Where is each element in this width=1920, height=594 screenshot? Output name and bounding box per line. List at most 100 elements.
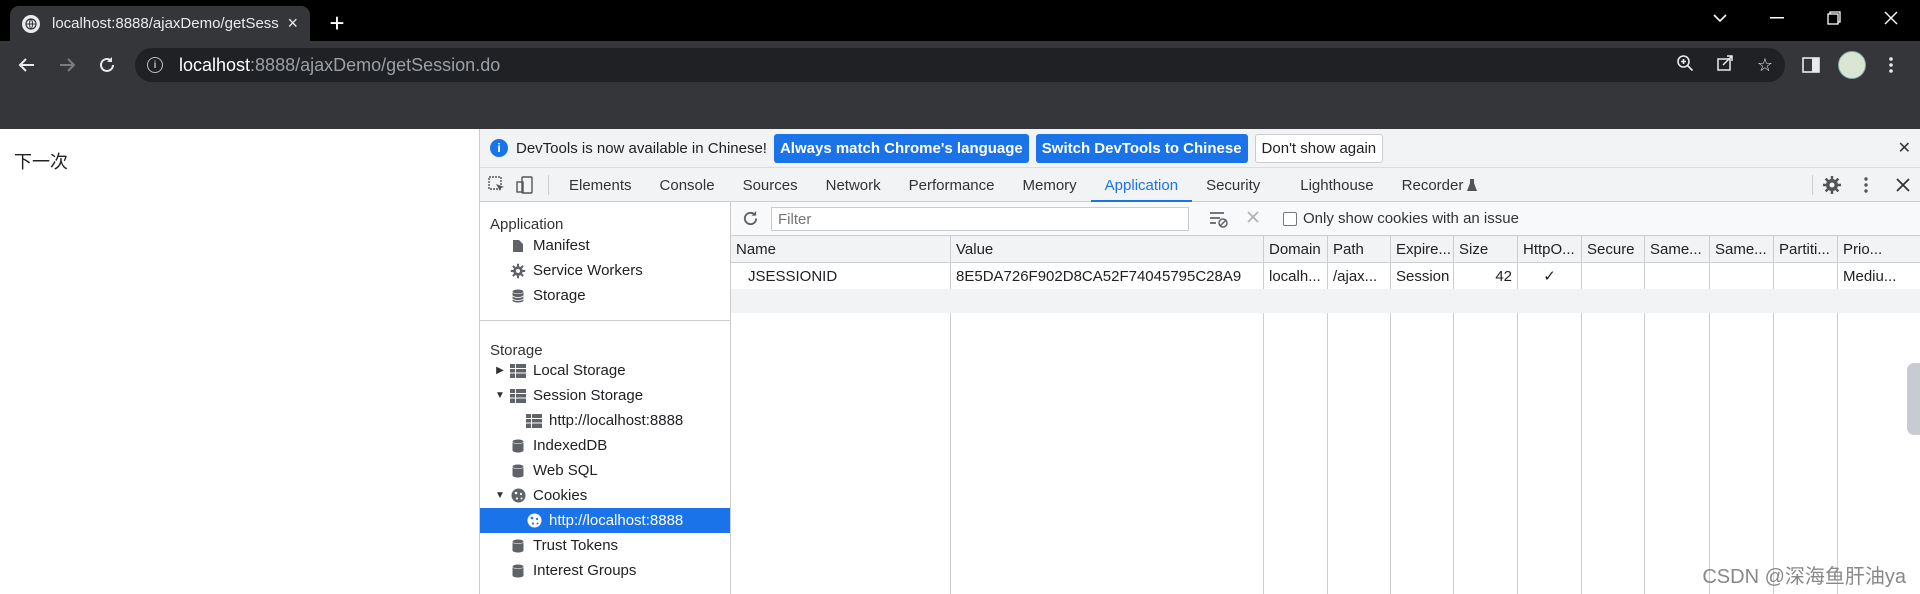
devtools-close-icon[interactable]	[1896, 168, 1910, 202]
database-icon	[510, 438, 526, 454]
sidebar-item-session-storage[interactable]: ▼ Session Storage	[480, 383, 730, 408]
col-header-priority[interactable]: Prio...	[1838, 236, 1920, 263]
switch-to-chinese-button[interactable]: Switch DevTools to Chinese	[1035, 133, 1248, 163]
refresh-icon[interactable]	[742, 210, 759, 232]
col-header-partition[interactable]: Partiti...	[1774, 236, 1838, 263]
flask-icon	[1467, 168, 1478, 202]
table-row[interactable]: JSESSIONID 8E5DA726F902D8CA52F74045795C2…	[731, 263, 1920, 289]
tab-network[interactable]: Network	[812, 168, 895, 202]
clear-filtered-cookies-icon[interactable]	[1209, 210, 1229, 233]
reload-icon[interactable]	[92, 50, 122, 80]
url-host: localhost	[179, 54, 251, 75]
settings-gear-icon[interactable]	[1822, 168, 1842, 202]
tab-application[interactable]: Application	[1090, 168, 1193, 202]
cookie-icon	[526, 513, 542, 529]
column-divider	[1644, 313, 1645, 594]
scrollbar-handle[interactable]	[1907, 363, 1920, 435]
infobar-close-icon[interactable]: ✕	[1898, 138, 1911, 158]
tab-recorder[interactable]: Recorder	[1388, 168, 1468, 202]
database-icon	[510, 463, 526, 479]
col-header-samesite[interactable]: Same...	[1645, 236, 1710, 263]
collapse-arrow-icon[interactable]: ▼	[494, 490, 506, 501]
col-header-httponly[interactable]: HttpO...	[1518, 236, 1582, 263]
forward-icon[interactable]	[52, 50, 82, 80]
tab-elements[interactable]: Elements	[555, 168, 646, 202]
cookie-priority: Mediu...	[1843, 267, 1897, 285]
address-bar[interactable]: i localhost:8888/ajaxDemo/getSession.do …	[135, 48, 1785, 82]
sidebar-item-label: IndexedDB	[533, 437, 608, 454]
delete-selected-icon[interactable]	[1246, 210, 1260, 229]
tab-performance[interactable]: Performance	[895, 168, 1009, 202]
col-header-size[interactable]: Size	[1454, 236, 1518, 263]
cookie-name: JSESSIONID	[731, 263, 951, 289]
sidebar-item-session-origin[interactable]: http://localhost:8888	[480, 408, 730, 433]
application-sidebar: Application Manifest Service Workers Sto…	[480, 202, 731, 594]
tab-memory[interactable]: Memory	[1009, 168, 1091, 202]
collapse-arrow-icon[interactable]: ▼	[494, 390, 506, 401]
inspect-element-icon[interactable]	[480, 168, 512, 202]
column-divider	[1837, 313, 1838, 594]
sidebar-item-storage[interactable]: Storage	[480, 283, 730, 308]
tab-console[interactable]: Console	[646, 168, 729, 202]
col-header-name[interactable]: Name	[731, 236, 951, 263]
application-heading: Application	[490, 216, 564, 233]
col-header-domain[interactable]: Domain	[1264, 236, 1328, 263]
zoom-icon[interactable]	[1665, 54, 1705, 77]
tab-close-icon[interactable]: ×	[287, 13, 298, 34]
column-divider	[1773, 313, 1774, 594]
info-icon: i	[490, 139, 508, 157]
sidebar-item-cookies[interactable]: ▼ Cookies	[480, 483, 730, 508]
col-header-expires[interactable]: Expire...	[1391, 236, 1454, 263]
gear-icon	[510, 263, 526, 279]
col-header-value[interactable]: Value	[951, 236, 1264, 263]
expand-arrow-icon[interactable]: ▶	[494, 365, 506, 376]
col-header-secure[interactable]: Secure	[1582, 236, 1645, 263]
table-icon	[510, 363, 526, 379]
sidebar-item-label: Local Storage	[533, 362, 626, 379]
match-language-button[interactable]: Always match Chrome's language	[773, 133, 1029, 163]
tab-strip: localhost:8888/ajaxDemo/getSession.do × …	[0, 0, 1920, 41]
site-info-icon[interactable]: i	[147, 57, 163, 73]
column-divider	[1581, 313, 1582, 594]
minimize-icon[interactable]	[1753, 0, 1801, 36]
browser-tab[interactable]: localhost:8888/ajaxDemo/getSession.do ×	[10, 6, 310, 41]
sidebar-item-label: Service Workers	[533, 262, 643, 279]
tab-lighthouse[interactable]: Lighthouse	[1274, 168, 1387, 202]
cookie-value: 8E5DA726F902D8CA52F74045795C28A9	[951, 263, 1264, 289]
col-header-path[interactable]: Path	[1328, 236, 1391, 263]
sidebar-item-web-sql[interactable]: Web SQL	[480, 458, 730, 483]
page-link-next[interactable]: 下一次	[14, 148, 68, 174]
tab-sources[interactable]: Sources	[729, 168, 812, 202]
back-icon[interactable]	[12, 50, 42, 80]
device-toolbar-icon[interactable]	[512, 168, 542, 202]
share-icon[interactable]	[1705, 54, 1745, 77]
profile-avatar[interactable]	[1837, 50, 1867, 80]
filter-input[interactable]	[771, 207, 1189, 231]
sidebar-item-service-workers[interactable]: Service Workers	[480, 258, 730, 283]
bookmark-star-icon[interactable]: ☆	[1745, 55, 1785, 76]
sidebar-divider	[480, 320, 730, 321]
tab-search-icon[interactable]	[1696, 0, 1744, 36]
cookie-expires: Session	[1391, 263, 1454, 289]
tab-security[interactable]: Security	[1192, 168, 1274, 202]
sidebar-item-local-storage[interactable]: ▶ Local Storage	[480, 358, 730, 383]
cookie-size: 42	[1454, 263, 1518, 289]
side-panel-icon[interactable]	[1796, 50, 1826, 80]
window-close-icon[interactable]	[1867, 0, 1915, 36]
sidebar-item-label: Storage	[533, 287, 586, 304]
devtools-menu-icon[interactable]	[1864, 168, 1868, 202]
sidebar-item-interest-groups[interactable]: Interest Groups	[480, 558, 730, 583]
dont-show-again-button[interactable]: Don't show again	[1254, 133, 1384, 163]
restore-icon[interactable]	[1810, 0, 1858, 36]
sidebar-item-label: Manifest	[533, 237, 590, 254]
cookie-icon	[510, 488, 526, 504]
sidebar-item-manifest[interactable]: Manifest	[480, 233, 730, 258]
only-issues-checkbox[interactable]	[1283, 212, 1297, 226]
col-header-sameparty[interactable]: Same...	[1710, 236, 1774, 263]
sidebar-item-indexeddb[interactable]: IndexedDB	[480, 433, 730, 458]
new-tab-button[interactable]: +	[322, 8, 352, 38]
sidebar-item-cookies-origin[interactable]: http://localhost:8888	[480, 508, 730, 533]
sidebar-item-trust-tokens[interactable]: Trust Tokens	[480, 533, 730, 558]
menu-kebab-icon[interactable]	[1876, 50, 1906, 80]
sidebar-item-label: Web SQL	[533, 462, 598, 479]
